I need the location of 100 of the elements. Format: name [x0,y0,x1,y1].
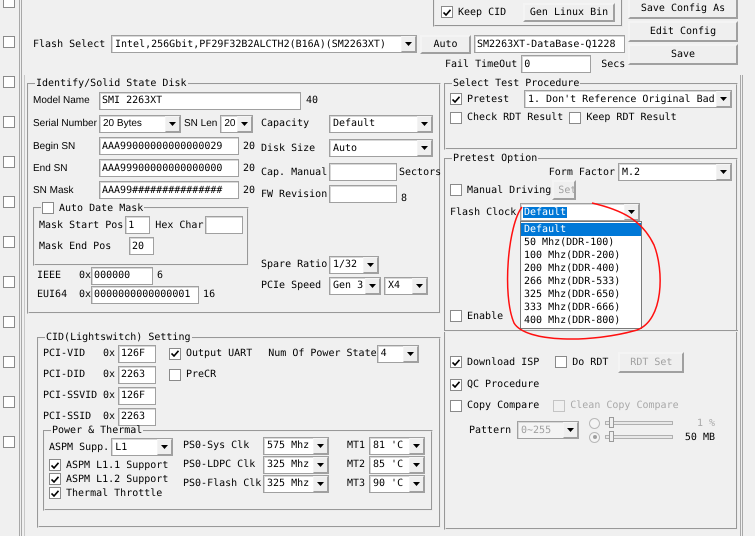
checkbox-label[interactable]: Auto Date Mask [59,202,144,214]
group-title: Pretest Option [452,153,538,164]
checkbox-label[interactable]: Enable [467,310,504,322]
checkbox-label[interactable]: Keep CID [458,6,506,18]
checkbox-label[interactable]: PreCR [186,369,216,380]
prefix-text: 0x [79,270,92,281]
dropdown[interactable]: 1/32 [329,256,379,274]
checkbox[interactable] [450,356,462,368]
input-field[interactable]: 1 [125,216,150,234]
dropdown[interactable]: X4 [384,276,428,294]
checkbox[interactable] [2,236,14,248]
caret-icon [413,444,420,448]
checkbox[interactable] [2,36,14,48]
field-label: SN Len [184,118,218,129]
checkbox-label[interactable]: Thermal Throttle [66,488,162,498]
input-field[interactable]: SM2263XT-DataBase-Q1228 [474,35,625,53]
input-field[interactable] [329,185,397,203]
input-field[interactable]: SMI 2263XT [99,92,301,110]
input-field[interactable]: AAA99############### [99,181,239,199]
field-label: Serial Number [33,118,98,129]
checkbox[interactable] [169,348,181,360]
checkbox[interactable] [2,76,14,88]
input-field[interactable]: 0 [521,55,592,73]
checkbox[interactable] [2,356,14,368]
config-button[interactable]: Save [628,44,738,65]
radio-button[interactable] [589,432,600,442]
checkbox[interactable] [2,436,14,448]
field-label: PCI-SSVID [43,390,98,401]
dropdown[interactable]: 4 [376,344,419,362]
input-field[interactable]: 20 [129,237,154,255]
caret-icon [406,352,414,356]
checkbox[interactable] [2,276,14,288]
dropdown[interactable]: Gen 3 [329,276,381,294]
input-field[interactable]: 2263 [118,366,156,384]
checkbox[interactable] [450,184,462,196]
checkbox[interactable] [450,310,462,322]
dropdown[interactable]: 85 'C [369,456,425,474]
checkbox[interactable] [2,156,14,168]
checkbox[interactable] [555,356,568,368]
dropdown[interactable]: L1 [111,438,174,456]
dropdown[interactable]: 1. Don't Reference Original Bad [524,90,732,108]
config-button[interactable]: Save Config As [628,0,738,19]
checkbox[interactable] [569,112,582,124]
checkbox-label[interactable]: Do RDT [572,356,608,368]
field-label: IEEE [37,270,62,281]
checkbox[interactable] [2,196,14,208]
checkbox-label[interactable]: Output UART [186,348,252,359]
input-field[interactable]: 126F [118,344,156,362]
checkbox-label[interactable]: Copy Compare [467,400,540,411]
length-text: 40 [306,95,318,106]
dropdown[interactable]: 20 [220,114,254,132]
checkbox-label[interactable]: Manual Driving [467,184,552,196]
input-field[interactable] [205,216,244,234]
checkbox[interactable] [42,202,54,214]
input-field[interactable]: AAA99900000000000000 [99,159,239,177]
checkbox[interactable] [450,400,462,412]
checkbox-label[interactable]: Check RDT Result [467,112,564,123]
dropdown[interactable]: 325 Mhz [263,456,329,474]
caret-icon [413,482,420,486]
checkbox[interactable] [49,487,61,499]
dropdown[interactable]: Auto [329,139,433,157]
checkbox-label[interactable]: QC Procedure [467,379,540,390]
checkbox[interactable] [169,368,181,380]
dropdown[interactable]: 325 Mhz [263,474,329,492]
checkbox[interactable] [2,396,14,408]
checkbox[interactable] [450,378,462,390]
dropdown[interactable]: M.2 [618,163,732,181]
checkbox-label[interactable]: ASPM L1.1 Support [66,460,168,470]
dropdown[interactable]: Default [329,114,433,132]
dropdown[interactable]: Intel,256Gbit,PF29F32B2ALCTH2(B16A)(SM2263XT) [111,35,417,53]
checkbox[interactable] [450,93,462,105]
dropdown[interactable]: 575 Mhz [263,436,329,454]
input-field[interactable]: 2263 [118,408,156,426]
checkbox[interactable] [49,459,61,471]
checkbox[interactable] [2,116,14,128]
auto-button[interactable]: Auto [420,34,471,54]
checkbox[interactable] [49,473,61,485]
input-field[interactable]: 000000 [91,266,154,284]
checkbox-label[interactable]: ASPM L1.2 Support [66,474,168,484]
input-field[interactable]: 126F [118,386,156,404]
field-label: FW Revision [261,188,328,200]
input-field[interactable]: AAA99000000000000029 [99,137,239,155]
config-button[interactable]: Edit Config [628,21,738,42]
slider-thumb[interactable] [609,431,614,442]
input-field[interactable]: 0000000000000001 [91,286,200,304]
field-label: PS0-Flash Clk [183,478,262,489]
dropdown[interactable]: 90 'C [369,474,425,492]
input-field[interactable] [329,163,397,181]
checkbox[interactable] [2,316,14,328]
checkbox[interactable] [450,112,462,124]
checkbox-label[interactable]: Pretest [467,94,510,104]
checkbox-label[interactable]: Keep RDT Result [586,112,677,123]
field-label: PCI-VID [43,348,86,359]
dropdown[interactable]: 20 Bytes [99,114,181,132]
checkbox[interactable] [441,6,453,18]
dropdown[interactable]: 81 'C [369,436,425,454]
gen-linux-bin-button[interactable]: Gen Linux Bin [523,3,615,22]
checkbox-label[interactable]: Download ISP [467,356,540,368]
check-icon [452,358,460,366]
dropdown-option[interactable]: Default [521,223,641,236]
